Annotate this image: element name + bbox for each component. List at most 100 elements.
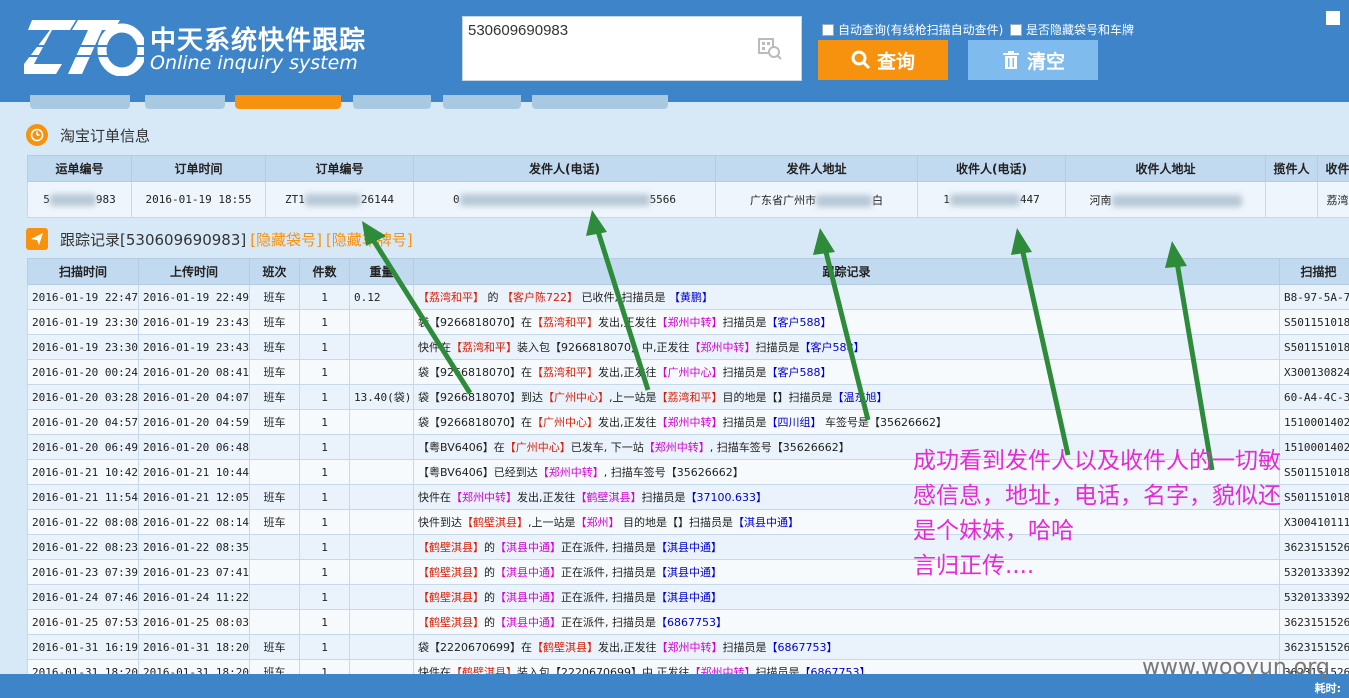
sender-prefix: 0 xyxy=(452,193,460,206)
record-text: ,上一站是 xyxy=(609,391,657,404)
table-row: 2016-01-19 23:30 2016-01-19 23:43 班车 1 袋【926… xyxy=(27,309,1349,335)
cell-scan-time: 2016-01-20 06:49 xyxy=(27,434,139,460)
table-row: 2016-01-24 07:46 2016-01-24 11:22 1 【鹤壁淇县】的… xyxy=(27,584,1349,610)
annotation-line-3: 是个妹妹，哈哈 xyxy=(913,518,1074,544)
cell-record: 快件在【荔湾和平】装入包【9266818070】中,正发往【郑州中转】扫描员是【… xyxy=(413,334,1280,360)
record-highlight: 【荔湾和平】 xyxy=(418,291,484,304)
cell-scan-time: 2016-01-22 08:08 xyxy=(27,509,139,535)
tab-1[interactable] xyxy=(30,95,130,109)
tab-2[interactable] xyxy=(145,95,225,109)
auto-query-option[interactable]: 自动查询(有线枪扫描自动查件) xyxy=(822,21,1003,38)
tab-6[interactable] xyxy=(532,95,668,109)
record-highlight: 【荔湾和平】 xyxy=(532,316,598,329)
clear-button[interactable]: 清空 xyxy=(968,40,1098,80)
hide-plate-link[interactable]: [隐藏车牌号] xyxy=(326,229,413,250)
record-highlight: 【客户588】 xyxy=(766,366,832,379)
waybill-prefix: 5 xyxy=(43,193,50,206)
col-sender-address: 发件人地址 xyxy=(715,155,918,182)
scan-icon[interactable] xyxy=(757,37,783,61)
record-highlight: 【郑州中转】 xyxy=(656,316,723,329)
cell-last: 荔湾 xyxy=(1317,181,1349,218)
clear-button-label: 清空 xyxy=(1026,50,1065,73)
record-highlight: 【37100.633】 xyxy=(685,491,768,504)
cell-scan-time: 2016-01-19 22:47 xyxy=(27,284,139,310)
record-highlight: 【淇县中通】 xyxy=(495,566,561,579)
cell-upload-time: 2016-01-31 18:20 xyxy=(138,634,250,660)
record-highlight: 【鹤壁淇县】 xyxy=(575,491,642,504)
record-highlight: 【温东旭】 xyxy=(832,391,888,404)
record-text: 的 xyxy=(484,591,495,604)
table-row: 2016-01-20 04:57 2016-01-20 04:59 班车 1 袋【926… xyxy=(27,409,1349,435)
cell-scan-time: 2016-01-23 07:39 xyxy=(27,559,139,585)
hide-bag-option[interactable]: 是否隐藏袋号和车牌 xyxy=(1010,21,1134,38)
record-highlight: 【6867753】 xyxy=(656,616,727,629)
table-row: 2016-01-25 07:53 2016-01-25 08:03 1 【鹤壁淇县】的… xyxy=(27,609,1349,635)
annotation-line-2: 感信息，地址，电话，名字，貌似还 xyxy=(913,483,1281,509)
record-highlight: 【鹤壁淇县】 xyxy=(418,541,484,554)
waybill-suffix: 983 xyxy=(95,193,116,206)
cell-record: 袋【9266818070】在【荔湾和平】发出,正发往【广州中心】扫描员是【客户5… xyxy=(413,359,1280,385)
send-icon xyxy=(26,228,48,250)
sender-suffix: 5566 xyxy=(649,193,677,206)
cell-scan-time: 2016-01-25 07:53 xyxy=(27,609,139,635)
window-corner-box[interactable] xyxy=(1326,11,1340,25)
receiver-prefix: 1 xyxy=(943,193,950,206)
tab-order-info[interactable] xyxy=(235,95,341,109)
record-highlight: 【淇县中通】 xyxy=(495,616,561,629)
tab-5[interactable] xyxy=(443,95,521,109)
arrow-receiver-head xyxy=(1011,228,1032,255)
elapsed-label: 耗时: xyxy=(1314,682,1341,695)
cell-receiver-address: 河南 xyxy=(1065,181,1266,218)
hide-bag-link[interactable]: [隐藏袋号] xyxy=(250,229,322,250)
search-input-value: 530609690983 xyxy=(468,22,569,39)
record-highlight: 【黄鹏】 xyxy=(669,291,713,304)
col-scan-time: 扫描时间 xyxy=(27,258,139,285)
record-text: 正在派件, 扫描员是 xyxy=(561,566,656,579)
annotation-line-4: 言归正传.... xyxy=(913,553,1035,579)
cell-count: 1 xyxy=(299,609,350,635)
record-text: 的 xyxy=(484,566,495,579)
cell-scan-time: 2016-01-21 11:54 xyxy=(27,484,139,510)
order-no-prefix: ZT1 xyxy=(285,193,305,206)
redacted-block xyxy=(1111,194,1242,207)
tab-4[interactable] xyxy=(353,95,431,109)
cell-shift: 班车 xyxy=(249,359,300,385)
cell-shift: 班车 xyxy=(249,384,300,410)
cell-record: 袋【9266818070】到达【广州中心】,上一站是【荔湾和平】目的地是【】扫描… xyxy=(413,384,1280,410)
cell-count: 1 xyxy=(299,484,350,510)
search-input[interactable]: 530609690983 xyxy=(462,16,802,81)
record-highlight: 【淇县中通】 xyxy=(495,541,561,554)
cell-scanner: 36231515260 xyxy=(1279,609,1349,635)
record-highlight: 【淇县中通】 xyxy=(656,591,722,604)
record-text: 扫描员是 xyxy=(722,316,767,329)
record-text: 快件在 xyxy=(418,491,451,504)
hide-bag-checkbox[interactable] xyxy=(1010,23,1022,36)
cell-count: 1 xyxy=(299,409,350,435)
record-text: 正在派件, 扫描员是 xyxy=(561,591,656,604)
record-text: 的 xyxy=(484,616,495,629)
record-highlight: 【客户陈722】 xyxy=(502,291,578,304)
redacted-block xyxy=(49,194,96,206)
cell-weight xyxy=(349,434,414,460)
sender-addr: 广东省广州市 xyxy=(750,193,816,207)
record-highlight: 【鹤壁淇县】 xyxy=(418,616,484,629)
col-count: 件数 xyxy=(299,258,350,285)
col-receiver: 收件人(电话) xyxy=(917,155,1066,182)
record-highlight: 【淇县中通】 xyxy=(656,566,722,579)
record-highlight: 【荔湾和平】 xyxy=(532,366,598,379)
query-button-label: 查询 xyxy=(876,50,915,73)
record-text: 扫描员是 xyxy=(722,366,767,379)
cell-scan-time: 2016-01-20 04:57 xyxy=(27,409,139,435)
auto-query-checkbox[interactable] xyxy=(822,23,834,36)
record-text: 【粤BV6406】在 xyxy=(418,441,505,454)
receiver-addr: 河南 xyxy=(1089,193,1112,207)
record-highlight: 【郑州中转】 xyxy=(656,416,723,429)
zto-logo-icon xyxy=(24,20,144,76)
annotation-line-1: 成功看到发件人以及收件人的一切敏 xyxy=(913,448,1281,474)
cell-weight xyxy=(349,584,414,610)
order-info-table: 运单编号 订单时间 订单编号 发件人(电话) 发件人地址 收件人(电话) 收件人… xyxy=(27,155,1349,218)
record-highlight: 【鹤壁淇县】 xyxy=(462,516,528,529)
query-button[interactable]: 查询 xyxy=(818,40,948,80)
cell-scan-time: 2016-01-19 23:30 xyxy=(27,309,139,335)
cell-count: 1 xyxy=(299,334,350,360)
